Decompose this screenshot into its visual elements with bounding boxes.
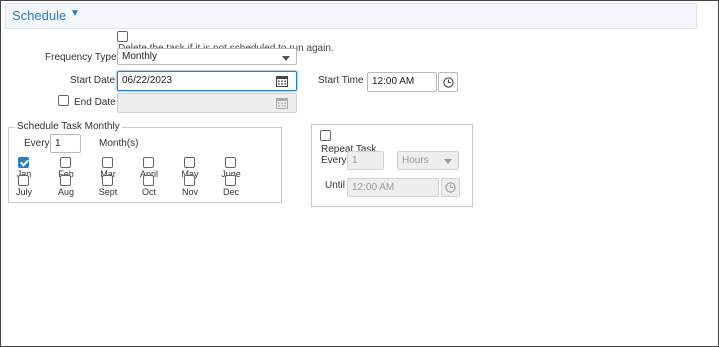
frequency-type-select[interactable]: Monthly	[117, 48, 297, 65]
schedule-monthly-legend: Schedule Task Monthly	[15, 121, 122, 132]
month-label: Sept	[98, 187, 118, 197]
repeat-until-input[interactable]: 12:00 AM	[347, 178, 439, 197]
repeat-every-value: 1	[352, 155, 358, 166]
end-date-label: End Date	[74, 97, 116, 108]
clock-icon[interactable]	[441, 178, 460, 197]
monthly-every-value: 1	[55, 138, 61, 149]
monthly-every-input[interactable]: 1	[50, 134, 81, 153]
month-label: July	[15, 187, 32, 197]
month-checkbox-sept[interactable]	[102, 175, 113, 186]
monthly-unit-label: Month(s)	[99, 138, 139, 149]
monthly-every-label: Every	[24, 138, 50, 149]
repeat-every-input[interactable]: 1	[347, 151, 384, 170]
month-checkbox-jan[interactable]	[18, 157, 29, 168]
repeat-unit-select[interactable]: Hours	[397, 151, 459, 170]
month-checkbox-nov[interactable]	[184, 175, 195, 186]
delete-task-checkbox[interactable]	[117, 31, 128, 42]
calendar-icon[interactable]	[271, 94, 293, 112]
month-checkbox-july[interactable]	[18, 175, 29, 186]
start-date-value: 06/22/2023	[122, 75, 173, 86]
month-label: Dec	[222, 187, 239, 197]
repeat-unit-value: Hours	[402, 155, 429, 166]
caret-down-icon[interactable]: ▼	[70, 8, 80, 19]
frequency-type-value: Monthly	[122, 51, 158, 62]
month-label: Oct	[141, 187, 156, 197]
frequency-type-label: Frequency Type	[45, 52, 117, 63]
repeat-task-checkbox[interactable]	[320, 130, 331, 141]
month-checkbox-june[interactable]	[225, 157, 236, 168]
start-date-input[interactable]: 06/22/2023	[117, 71, 297, 91]
section-header[interactable]: Schedule ▼	[5, 3, 697, 29]
start-time-input[interactable]: 12:00 AM	[367, 72, 437, 92]
chevron-down-icon	[444, 159, 452, 164]
month-label: Aug	[57, 187, 74, 197]
calendar-icon[interactable]	[271, 72, 293, 90]
start-time-label: Start Time	[318, 75, 364, 86]
month-checkbox-aug[interactable]	[60, 175, 71, 186]
start-date-label: Start Date	[70, 75, 116, 86]
start-time-value: 12:00 AM	[372, 76, 415, 87]
month-checkbox-april[interactable]	[143, 157, 154, 168]
repeat-until-value: 12:00 AM	[352, 182, 395, 193]
month-checkbox-dec[interactable]	[225, 175, 236, 186]
month-checkbox-mar[interactable]	[102, 157, 113, 168]
month-checkbox-feb[interactable]	[60, 157, 71, 168]
month-label: Nov	[181, 187, 198, 197]
section-title[interactable]: Schedule	[12, 8, 66, 23]
repeat-until-label: Until	[325, 180, 346, 191]
month-checkbox-may[interactable]	[184, 157, 195, 168]
end-date-checkbox[interactable]	[58, 95, 69, 106]
end-date-input[interactable]	[117, 93, 297, 113]
month-checkbox-oct[interactable]	[143, 175, 154, 186]
chevron-down-icon	[282, 56, 290, 61]
clock-icon[interactable]	[438, 72, 458, 92]
repeat-every-label: Every	[321, 155, 347, 166]
